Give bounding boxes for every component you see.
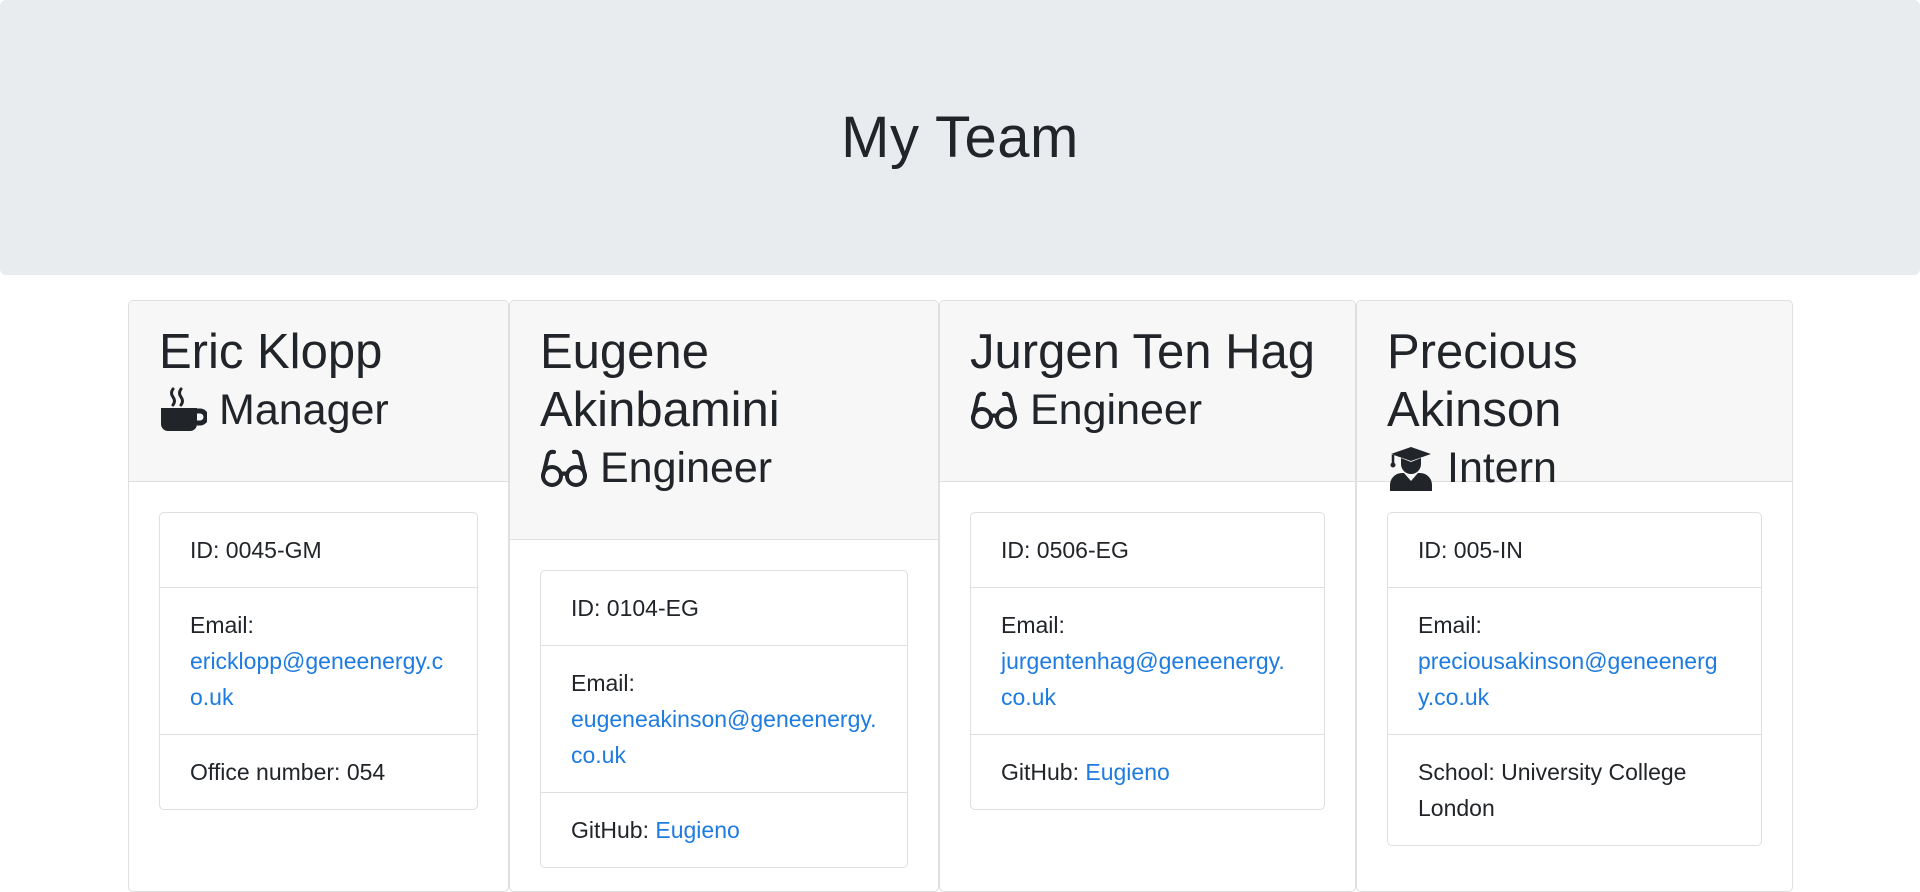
id-value: 0104-EG [606,595,699,621]
role-label: Engineer [1030,386,1203,434]
employee-card-engineer: Eugene Akinbamini Engineer ID: 0104-EG E… [509,300,939,892]
employee-details: ID: 0506-EG Email: jurgentenhag@geneenerg… [970,512,1325,810]
email-label: Email: [190,612,254,638]
email-label: Email: [571,670,635,696]
github-label: GitHub: [571,817,656,843]
role-label: Engineer [600,444,773,492]
card-header: Eric Klopp Manager [129,301,508,482]
id-label: ID: [190,537,226,563]
email-link[interactable]: preciousakinson@geneenergy.co.uk [1418,648,1718,710]
office-number-value: 054 [346,759,386,785]
card-body: ID: 005-IN Email: preciousakinson@geneene… [1357,482,1792,876]
employee-card-intern: Precious Akinson Intern ID: 005-IN Email… [1356,300,1793,892]
email-link[interactable]: eugeneakinson@geneenergy.co.uk [571,706,877,768]
employee-name: Eugene Akinbamini [540,325,780,437]
employee-role: Engineer [970,381,1325,439]
id-label: ID: [571,595,607,621]
mug-icon [161,387,207,431]
page-title: My Team [841,105,1079,170]
email-label: Email: [1418,612,1482,638]
employee-email: Email: eugeneakinson@geneenergy.co.uk [541,646,907,793]
card-body: ID: 0045-GM Email: ericklopp@geneenergy.c… [129,482,508,840]
employee-email: Email: jurgentenhag@geneenergy.co.uk [971,588,1324,735]
card-body: ID: 0104-EG Email: eugeneakinson@geneener… [510,540,938,891]
school: School: University College London [1388,735,1761,845]
employee-name: Jurgen Ten Hag [970,325,1316,379]
card-header: Eugene Akinbamini Engineer [510,301,938,540]
employee-email: Email: preciousakinson@geneenergy.co.uk [1388,588,1761,735]
employee-details: ID: 0104-EG Email: eugeneakinson@geneener… [540,570,908,868]
employee-name: Eric Klopp [159,325,383,379]
office-number: Office number: 054 [160,735,477,809]
github: GitHub: Eugieno [541,793,907,867]
email-label: Email: [1001,612,1065,638]
id-label: ID: [1418,537,1454,563]
team-cards: Eric Klopp Manager ID: 0045-GM Email: eri… [128,300,1793,892]
graduate-icon [1390,447,1432,491]
email-link[interactable]: jurgentenhag@geneenergy.co.uk [1001,648,1285,710]
role-label: Intern [1447,444,1557,492]
card-header: Precious Akinson Intern [1357,301,1792,492]
id-label: ID: [1001,537,1037,563]
card-header: Jurgen Ten Hag Engineer [940,301,1355,482]
github: GitHub: Eugieno [971,735,1324,809]
employee-card-engineer: Jurgen Ten Hag Engineer ID: 0506-EG Emai… [939,300,1356,892]
employee-id: ID: 0045-GM [160,513,477,588]
employee-name: Precious Akinson [1387,325,1578,437]
github-link[interactable]: Eugieno [655,817,739,843]
employee-details: ID: 0045-GM Email: ericklopp@geneenergy.c… [159,512,478,810]
glasses-icon [971,391,1017,429]
employee-id: ID: 0104-EG [541,571,907,646]
github-label: GitHub: [1001,759,1086,785]
page-header: My Team [0,0,1920,275]
employee-role: Manager [159,381,478,439]
id-value: 0506-EG [1036,537,1129,563]
employee-id: ID: 0506-EG [971,513,1324,588]
employee-email: Email: ericklopp@geneenergy.co.uk [160,588,477,735]
office-number-label: Office number: [190,759,347,785]
employee-card-manager: Eric Klopp Manager ID: 0045-GM Email: eri… [128,300,509,892]
id-value: 005-IN [1453,537,1523,563]
id-value: 0045-GM [225,537,322,563]
email-link[interactable]: ericklopp@geneenergy.co.uk [190,648,443,710]
card-body: ID: 0506-EG Email: jurgentenhag@geneenerg… [940,482,1355,840]
employee-details: ID: 005-IN Email: preciousakinson@geneene… [1387,512,1762,846]
school-label: School: [1418,759,1502,785]
github-link[interactable]: Eugieno [1085,759,1169,785]
role-label: Manager [219,386,389,434]
employee-id: ID: 005-IN [1388,513,1761,588]
employee-role: Engineer [540,439,908,497]
glasses-icon [541,449,587,487]
